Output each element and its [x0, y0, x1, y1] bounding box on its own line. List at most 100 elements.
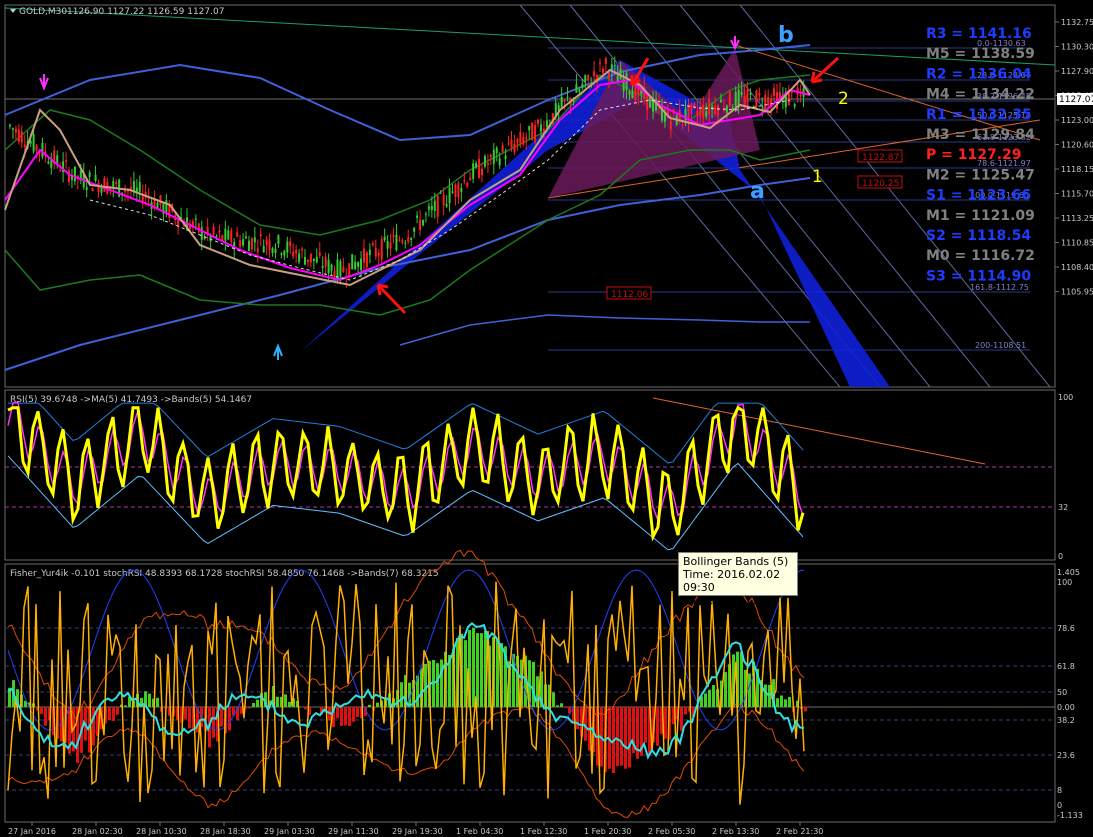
fisher-bar — [256, 699, 259, 707]
fisher-bar — [560, 703, 563, 707]
candle-body — [23, 144, 26, 148]
fisher-axis-label: 8 — [1057, 786, 1062, 795]
fisher-bar — [340, 707, 343, 726]
candle-body — [702, 104, 705, 119]
candle-body — [454, 184, 457, 197]
symbol-label: GOLD,M30 — [19, 7, 67, 17]
fisher-bar — [664, 707, 667, 739]
candle-body — [699, 107, 702, 117]
candle-body — [787, 92, 790, 106]
candle-body — [734, 92, 737, 107]
pivot-label: R2 = 1136.04 — [926, 66, 1032, 82]
candle-body — [793, 104, 796, 107]
fisher-bar — [556, 705, 559, 707]
candle-body — [799, 94, 802, 97]
candle-body — [492, 149, 495, 164]
candle-body — [469, 177, 472, 181]
fisher-bar — [188, 707, 191, 729]
candle-body — [9, 124, 11, 127]
candle-body — [728, 91, 731, 107]
candle-body — [309, 253, 312, 263]
candle-body — [94, 174, 97, 182]
price-tick-label: 1132.75 — [1061, 18, 1093, 27]
candle-body — [410, 238, 413, 241]
candle-body — [20, 131, 23, 143]
candle-body — [693, 103, 696, 107]
candle-body — [719, 99, 722, 103]
time-tick-label: 2 Feb 13:30 — [712, 827, 759, 836]
fisher-bar — [400, 682, 403, 707]
price-box: 1122.87 — [862, 153, 899, 163]
fisher-bar — [220, 707, 223, 727]
candle-body — [483, 156, 486, 167]
fisher-bar — [656, 707, 659, 746]
candle-body — [35, 145, 38, 151]
candle-body — [764, 95, 767, 110]
candle-body — [501, 145, 504, 152]
fisher-bar — [248, 707, 251, 709]
candle-body — [330, 264, 333, 271]
fisher-bar — [476, 633, 479, 707]
price-tick-label: 1108.40 — [1061, 263, 1093, 272]
time-tick-label: 28 Jan 10:30 — [136, 827, 187, 836]
candle-body — [545, 120, 548, 127]
candle-body — [413, 227, 416, 232]
fisher-bar — [768, 684, 771, 707]
candle-body — [315, 256, 318, 263]
fisher-bar — [480, 633, 483, 707]
candle-body — [215, 235, 218, 237]
fisher-bar — [116, 707, 119, 715]
pivot-label: M2 = 1125.47 — [926, 167, 1035, 183]
candle-body — [247, 240, 250, 252]
candle-body — [11, 128, 14, 130]
candle-body — [519, 132, 522, 144]
candle-body — [507, 143, 510, 145]
pivot-label: S2 = 1118.54 — [926, 228, 1031, 244]
candle-body — [575, 84, 578, 93]
candle-body — [398, 239, 401, 241]
candle-body — [221, 235, 224, 241]
pivot-label: M0 = 1116.72 — [926, 248, 1035, 264]
current-price-value: 1127.07 — [1059, 95, 1093, 105]
fisher-bar — [784, 699, 787, 707]
fisher-bar — [780, 695, 783, 707]
time-tick-label: 1 Feb 04:30 — [456, 827, 503, 836]
candle-body — [91, 188, 94, 192]
candle-body — [525, 137, 528, 140]
fisher-bar — [112, 707, 115, 721]
candle-body — [392, 234, 395, 237]
candle-body — [298, 253, 301, 262]
candle-body — [206, 226, 209, 234]
fisher-bar — [288, 701, 291, 707]
candle-body — [424, 213, 427, 215]
price-tick-label: 1127.90 — [1061, 67, 1093, 76]
candle-body — [433, 200, 436, 211]
time-tick-label: 29 Jan 11:30 — [328, 827, 379, 836]
candle-body — [365, 252, 368, 268]
time-tick-label: 28 Jan 18:30 — [200, 827, 251, 836]
price-tick-label: 1105.95 — [1061, 288, 1093, 297]
candle-body — [395, 234, 398, 251]
candle-body — [445, 203, 448, 207]
candle-body — [103, 177, 106, 192]
candle-body — [436, 195, 439, 217]
candle-body — [472, 163, 475, 179]
candle-body — [374, 248, 377, 257]
candle-body — [422, 220, 424, 226]
candle-body — [581, 84, 584, 88]
candle-body — [212, 226, 215, 235]
candle-body — [14, 128, 17, 133]
trading-chart[interactable]: b a 1 2 1122.87 1120.25 1112.06 0.0-1130… — [0, 0, 1093, 837]
fisher-bar — [348, 707, 351, 727]
fisher-bar — [620, 707, 623, 766]
candle-body — [245, 236, 247, 239]
candle-body — [115, 182, 118, 184]
candle-body — [587, 74, 590, 80]
indicator-tooltip: Bollinger Bands (5) Time: 2016.02.02 09:… — [678, 552, 798, 607]
fisher-bar — [284, 694, 287, 707]
candle-body — [259, 234, 262, 237]
pivot-label: M5 = 1138.59 — [926, 46, 1035, 62]
fisher-axis-label: 100 — [1057, 578, 1072, 587]
candle-body — [277, 235, 280, 245]
candle-body — [41, 142, 44, 157]
